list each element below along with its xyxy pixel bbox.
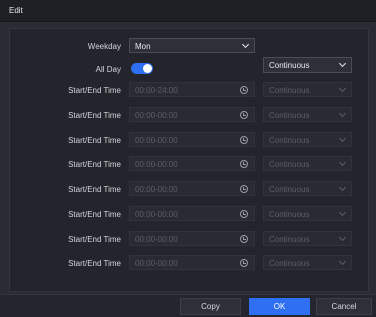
chevron-down-icon (338, 59, 347, 68)
time-range-field[interactable]: 00:00-24:00 (129, 82, 255, 97)
start-end-time-label: Start/End Time (68, 86, 121, 95)
start-end-time-label: Start/End Time (68, 185, 121, 194)
chevron-down-icon (338, 84, 347, 93)
time-range-value: 00:00-00:00 (135, 111, 178, 120)
dialog-title: Edit (9, 6, 23, 15)
chevron-down-icon (338, 257, 347, 266)
all-day-label: All Day (95, 65, 121, 74)
chevron-down-icon (338, 109, 347, 118)
start-end-time-label: Start/End Time (68, 160, 121, 169)
time-range-value: 00:00-00:00 (135, 160, 178, 169)
clock-icon[interactable] (240, 111, 248, 119)
mode-select[interactable]: Continuous (263, 255, 352, 270)
time-range-field[interactable]: 00:00-00:00 (129, 181, 255, 196)
all-day-toggle[interactable] (131, 63, 153, 74)
time-range-field[interactable]: 00:00-00:00 (129, 231, 255, 246)
mode-value: Continuous (269, 86, 310, 95)
start-end-time-label: Start/End Time (68, 111, 121, 120)
dialog-titlebar: Edit (0, 0, 376, 22)
time-range-field[interactable]: 00:00-00:00 (129, 107, 255, 122)
clock-icon[interactable] (240, 235, 248, 243)
chevron-down-icon (338, 134, 347, 143)
chevron-down-icon (338, 183, 347, 192)
time-range-value: 00:00-00:00 (135, 185, 178, 194)
copy-button[interactable]: Copy (180, 298, 241, 315)
chevron-down-icon (338, 208, 347, 217)
mode-value: Continuous (269, 136, 310, 145)
mode-value: Continuous (269, 210, 310, 219)
time-range-value: 00:00-00:00 (135, 136, 178, 145)
start-end-time-label: Start/End Time (68, 136, 121, 145)
mode-value: Continuous (269, 185, 310, 194)
clock-icon[interactable] (240, 160, 248, 168)
mode-select[interactable]: Continuous (263, 132, 352, 147)
mode-select[interactable]: Continuous (263, 181, 352, 196)
mode-select[interactable]: Continuous (263, 231, 352, 246)
time-range-field[interactable]: 00:00-00:00 (129, 255, 255, 270)
mode-value: Continuous (269, 259, 310, 268)
cancel-button[interactable]: Cancel (316, 298, 372, 315)
mode-select[interactable]: Continuous (263, 82, 352, 97)
all-day-mode-value: Continuous (269, 61, 310, 70)
mode-value: Continuous (269, 111, 310, 120)
mode-select[interactable]: Continuous (263, 206, 352, 221)
start-end-time-label: Start/End Time (68, 235, 121, 244)
time-range-field[interactable]: 00:00-00:00 (129, 156, 255, 171)
dialog-footer: Copy OK Cancel (0, 294, 376, 317)
time-range-field[interactable]: 00:00-00:00 (129, 206, 255, 221)
weekday-value: Mon (135, 42, 151, 51)
chevron-down-icon (338, 233, 347, 242)
ok-button[interactable]: OK (249, 298, 310, 315)
weekday-label: Weekday (87, 42, 121, 51)
clock-icon[interactable] (240, 86, 248, 94)
clock-icon[interactable] (240, 210, 248, 218)
start-end-time-label: Start/End Time (68, 210, 121, 219)
time-range-value: 00:00-00:00 (135, 235, 178, 244)
chevron-down-icon (241, 40, 250, 49)
start-end-time-label: Start/End Time (68, 259, 121, 268)
weekday-select[interactable]: Mon (129, 38, 255, 53)
toggle-knob (143, 64, 152, 73)
mode-select[interactable]: Continuous (263, 107, 352, 122)
mode-value: Continuous (269, 160, 310, 169)
clock-icon[interactable] (240, 259, 248, 267)
all-day-mode-select[interactable]: Continuous (263, 57, 352, 73)
time-range-value: 00:00-24:00 (135, 86, 178, 95)
clock-icon[interactable] (240, 136, 248, 144)
chevron-down-icon (338, 158, 347, 167)
clock-icon[interactable] (240, 185, 248, 193)
mode-value: Continuous (269, 235, 310, 244)
time-range-value: 00:00-00:00 (135, 210, 178, 219)
mode-select[interactable]: Continuous (263, 156, 352, 171)
time-range-value: 00:00-00:00 (135, 259, 178, 268)
time-range-field[interactable]: 00:00-00:00 (129, 132, 255, 147)
